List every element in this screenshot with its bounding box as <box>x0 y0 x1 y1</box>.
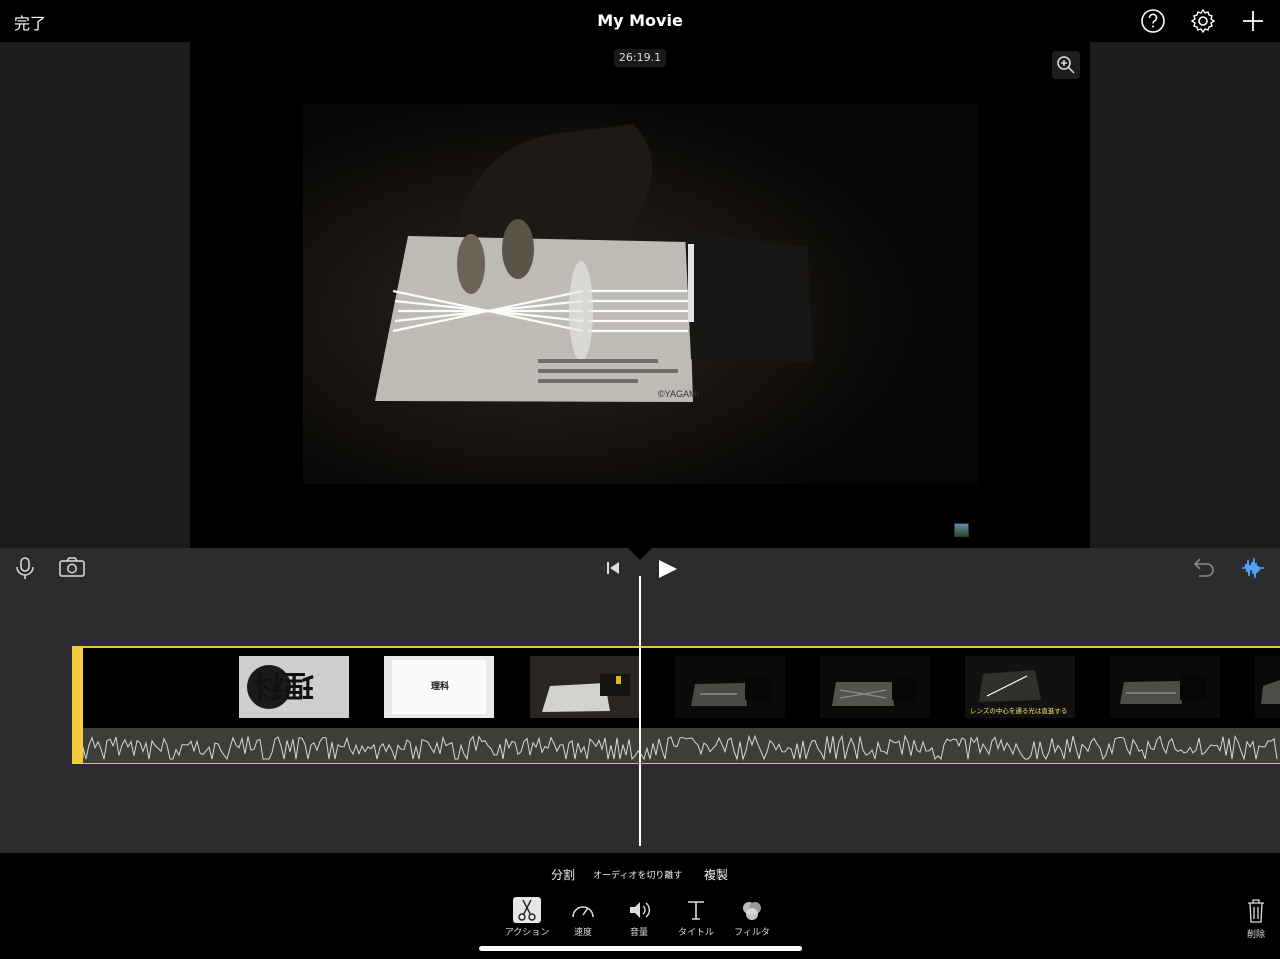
scissors-icon <box>513 897 541 923</box>
filter-icon <box>743 902 761 920</box>
split-button[interactable]: 分割 <box>551 866 575 883</box>
tool-label: 速度 <box>573 928 592 938</box>
viewer-side-panel-right <box>1090 42 1280 548</box>
delete-label: 削除 <box>1246 930 1265 940</box>
thumb-caption: レンズの中心を通る光は直進する <box>970 706 1067 715</box>
tool-volume[interactable]: 音量 <box>611 897 667 938</box>
waveform-icon[interactable] <box>1240 556 1266 580</box>
clip-thumbnail[interactable] <box>1110 656 1220 718</box>
camera-icon[interactable] <box>58 556 86 578</box>
clip-thumbnail[interactable]: 理科 <box>384 656 494 718</box>
clip-trim-handle[interactable] <box>72 646 83 764</box>
speedometer-icon <box>572 906 594 918</box>
timecode-label: 26:19.1 <box>614 49 666 67</box>
thumb-caption: 理科 <box>431 680 449 692</box>
tool-label: タイトル <box>677 928 714 938</box>
clip-thumbnail[interactable] <box>675 656 785 718</box>
play-icon[interactable] <box>656 558 680 580</box>
help-icon[interactable] <box>1140 8 1166 34</box>
playhead-marker <box>628 548 652 560</box>
clip-thumbnail[interactable] <box>1255 656 1280 718</box>
tool-speed[interactable]: 速度 <box>555 897 611 938</box>
plus-icon[interactable] <box>1240 8 1266 34</box>
tool-label: 音量 <box>629 928 648 938</box>
tool-filter[interactable]: フィルタ <box>724 897 780 938</box>
speaker-icon <box>630 902 650 918</box>
detach-audio-button[interactable]: オーディオを切り離す <box>593 868 682 881</box>
tool-action[interactable]: アクション <box>499 897 555 938</box>
lens-experiment-image: ©YAGAMI <box>303 104 978 484</box>
tool-label: アクション <box>504 928 550 938</box>
home-indicator <box>479 946 802 951</box>
thumb-caption: 理科 <box>254 667 314 702</box>
clip-thumbnail[interactable] <box>530 656 640 718</box>
zoom-button[interactable] <box>1052 51 1080 79</box>
viewer-side-panel-left <box>0 42 190 548</box>
video-frame: ©YAGAMI <box>303 104 978 484</box>
microphone-icon[interactable] <box>14 556 36 580</box>
trash-icon <box>1248 899 1264 923</box>
duplicate-button[interactable]: 複製 <box>704 866 728 883</box>
audio-waveform[interactable] <box>82 728 1280 763</box>
brand-text: ©YAGAMI <box>658 389 699 399</box>
clip-thumbnail[interactable]: 理科 <box>239 656 349 718</box>
playhead[interactable] <box>639 576 641 846</box>
project-title: My Movie <box>597 11 683 30</box>
gear-icon[interactable] <box>1190 8 1216 34</box>
clip-thumbnail[interactable] <box>820 656 930 718</box>
zoom-in-icon <box>1057 56 1075 74</box>
delete-button[interactable]: 削除 <box>1240 898 1272 940</box>
clip-thumbnail[interactable]: レンズの中心を通る光は直進する <box>965 656 1075 718</box>
tool-title[interactable]: タイトル <box>668 897 724 938</box>
camera-preview-thumbnail[interactable] <box>954 523 969 537</box>
waveform-graphic <box>82 734 1278 761</box>
skip-back-icon[interactable] <box>604 560 622 576</box>
undo-icon[interactable] <box>1190 557 1216 579</box>
tool-label: フィルタ <box>734 928 770 938</box>
title-t-icon <box>688 901 704 920</box>
